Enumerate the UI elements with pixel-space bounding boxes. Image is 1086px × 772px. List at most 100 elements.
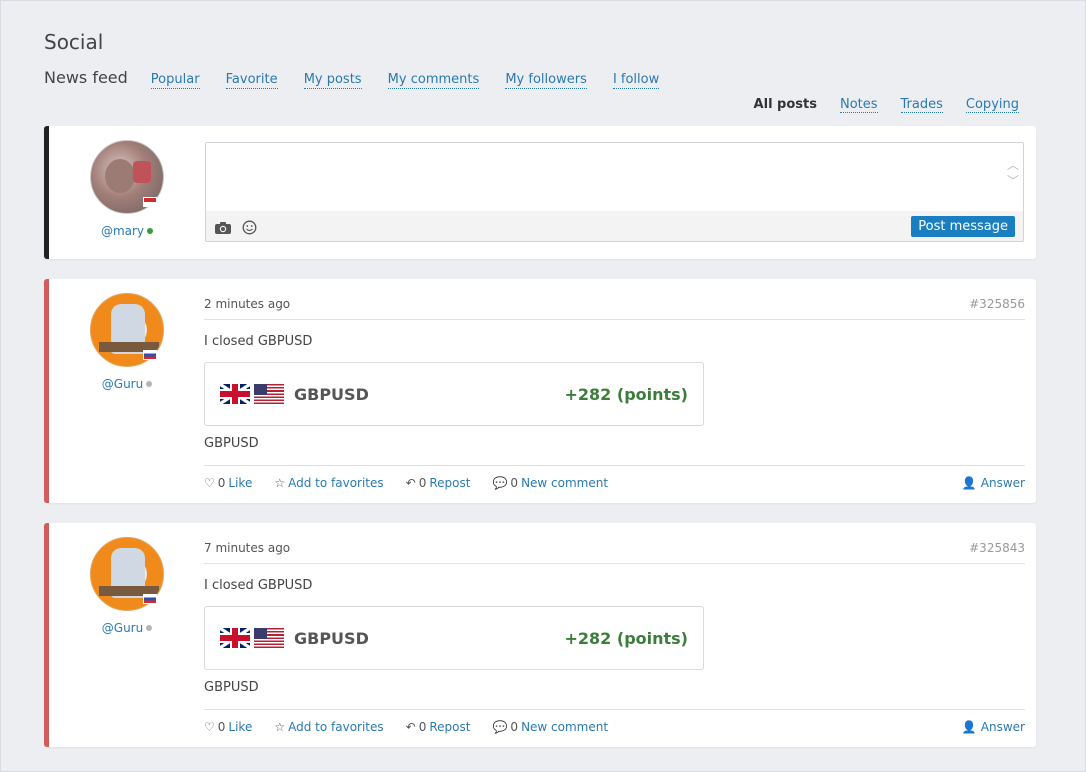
tab-favorite[interactable]: Favorite bbox=[225, 72, 278, 89]
like-action[interactable]: ♡ 0 Like bbox=[204, 720, 252, 734]
post-actions: ♡ 0 Like ☆ Add to favorites ↶ 0 Repost 💬… bbox=[204, 720, 1025, 734]
username-link[interactable]: @Guru bbox=[102, 377, 143, 391]
favorite-link[interactable]: Add to favorites bbox=[288, 476, 384, 490]
russia-flag-icon bbox=[143, 594, 157, 604]
like-count: 0 bbox=[217, 476, 226, 490]
like-action[interactable]: ♡ 0 Like bbox=[204, 476, 252, 490]
repost-icon: ↶ bbox=[405, 720, 416, 734]
post-body: 7 minutes ago #325843 I closed GBPUSD GB… bbox=[204, 541, 1025, 734]
answer-action[interactable]: 👤 Answer bbox=[962, 476, 1025, 490]
star-icon: ☆ bbox=[274, 476, 286, 490]
uk-flag-icon bbox=[220, 384, 250, 404]
star-icon: ☆ bbox=[274, 720, 286, 734]
tab-popular[interactable]: Popular bbox=[150, 72, 200, 89]
post-id[interactable]: #325856 bbox=[969, 297, 1025, 311]
offline-status-icon bbox=[146, 625, 153, 631]
repost-link[interactable]: Repost bbox=[429, 476, 470, 490]
post-id[interactable]: #325843 bbox=[969, 541, 1025, 555]
username-link[interactable]: @Guru bbox=[102, 621, 143, 635]
online-status-icon bbox=[147, 228, 154, 234]
avatar-accessory bbox=[133, 161, 151, 183]
comments-icon: 💬 bbox=[492, 720, 508, 734]
username[interactable]: @Guru bbox=[102, 377, 153, 391]
compose-card: @mary ︿ ﹀ Post message bbox=[44, 126, 1036, 259]
emoji-icon[interactable] bbox=[242, 220, 257, 235]
comment-count: 0 bbox=[510, 720, 519, 734]
filter-copying[interactable]: Copying bbox=[965, 97, 1019, 113]
us-flag-icon bbox=[254, 384, 284, 404]
indonesia-flag-icon bbox=[143, 197, 157, 207]
repost-link[interactable]: Repost bbox=[429, 720, 470, 734]
repost-count: 0 bbox=[418, 720, 427, 734]
answer-action[interactable]: 👤 Answer bbox=[962, 720, 1025, 734]
post-time: 2 minutes ago bbox=[204, 297, 291, 311]
pair-name: GBPUSD bbox=[294, 384, 369, 404]
pair-name: GBPUSD bbox=[294, 628, 369, 648]
post-actions: ♡ 0 Like ☆ Add to favorites ↶ 0 Repost 💬… bbox=[204, 476, 1025, 490]
scrollbar[interactable]: ︿ ﹀ bbox=[1007, 157, 1019, 189]
scroll-down-icon[interactable]: ﹀ bbox=[1007, 173, 1019, 189]
comment-link[interactable]: New comment bbox=[521, 720, 608, 734]
tab-i-follow[interactable]: I follow bbox=[612, 72, 660, 89]
camera-icon[interactable] bbox=[214, 221, 232, 235]
favorite-link[interactable]: Add to favorites bbox=[288, 720, 384, 734]
post-header: 7 minutes ago #325843 bbox=[204, 541, 1025, 564]
user-icon: 👤 bbox=[961, 476, 977, 490]
post-card: @Guru 2 minutes ago #325856 I closed GBP… bbox=[44, 279, 1036, 503]
user-icon: 👤 bbox=[961, 720, 977, 734]
trade-card[interactable]: GBPUSD +282 (points) bbox=[204, 362, 704, 426]
comments-icon: 💬 bbox=[492, 476, 508, 490]
repost-action[interactable]: ↶ 0 Repost bbox=[406, 720, 471, 734]
username[interactable]: @mary bbox=[101, 224, 154, 238]
comment-link[interactable]: New comment bbox=[521, 476, 608, 490]
repost-count: 0 bbox=[418, 476, 427, 490]
answer-link[interactable]: Answer bbox=[981, 476, 1025, 490]
filter-trades[interactable]: Trades bbox=[900, 97, 943, 113]
post-author: @Guru bbox=[87, 293, 167, 392]
trade-card[interactable]: GBPUSD +282 (points) bbox=[204, 606, 704, 670]
comment-action[interactable]: 💬 0 New comment bbox=[492, 720, 608, 734]
repost-action[interactable]: ↶ 0 Repost bbox=[406, 476, 471, 490]
compose-author: @mary bbox=[87, 140, 167, 239]
post-author: @Guru bbox=[87, 537, 167, 636]
currency-pair: GBPUSD bbox=[220, 628, 369, 648]
currency-pair: GBPUSD bbox=[220, 384, 369, 404]
avatar-face bbox=[105, 159, 135, 193]
post-subtext: GBPUSD bbox=[204, 436, 1025, 466]
russia-flag-icon bbox=[143, 350, 157, 360]
compose-tools bbox=[214, 220, 257, 235]
tab-my-followers[interactable]: My followers bbox=[505, 72, 587, 89]
post-card: @Guru 7 minutes ago #325843 I closed GBP… bbox=[44, 523, 1036, 747]
comment-action[interactable]: 💬 0 New comment bbox=[492, 476, 608, 490]
scroll-up-icon[interactable]: ︿ bbox=[1007, 157, 1019, 173]
heart-icon: ♡ bbox=[204, 476, 215, 490]
filter-notes[interactable]: Notes bbox=[839, 97, 878, 113]
post-message-button[interactable]: Post message bbox=[911, 216, 1015, 237]
comment-count: 0 bbox=[510, 476, 519, 490]
uk-flag-icon bbox=[220, 628, 250, 648]
favorite-action[interactable]: ☆ Add to favorites bbox=[274, 476, 383, 490]
heart-icon: ♡ bbox=[204, 720, 215, 734]
tab-my-comments[interactable]: My comments bbox=[387, 72, 480, 89]
favorite-action[interactable]: ☆ Add to favorites bbox=[274, 720, 383, 734]
filter-all-posts[interactable]: All posts bbox=[754, 97, 817, 113]
post-subtext: GBPUSD bbox=[204, 680, 1025, 710]
filter-tabs: All posts Notes Trades Copying bbox=[754, 97, 1019, 113]
trade-result: +282 (points) bbox=[564, 628, 689, 648]
username[interactable]: @Guru bbox=[102, 621, 153, 635]
username-link[interactable]: @mary bbox=[101, 224, 144, 238]
like-count: 0 bbox=[217, 720, 226, 734]
trade-result: +282 (points) bbox=[564, 384, 689, 404]
us-flag-icon bbox=[254, 628, 284, 648]
answer-link[interactable]: Answer bbox=[981, 720, 1025, 734]
like-link[interactable]: Like bbox=[228, 720, 252, 734]
message-input[interactable]: ︿ ﹀ bbox=[206, 143, 1023, 211]
page-title: Social bbox=[44, 30, 104, 54]
feed-nav: News feed Popular Favorite My posts My c… bbox=[44, 68, 680, 89]
compose-box: ︿ ﹀ Post message bbox=[205, 142, 1024, 242]
tab-my-posts[interactable]: My posts bbox=[303, 72, 362, 89]
repost-icon: ↶ bbox=[405, 476, 416, 490]
post-text: I closed GBPUSD bbox=[204, 334, 313, 349]
post-text: I closed GBPUSD bbox=[204, 578, 313, 593]
like-link[interactable]: Like bbox=[228, 476, 252, 490]
